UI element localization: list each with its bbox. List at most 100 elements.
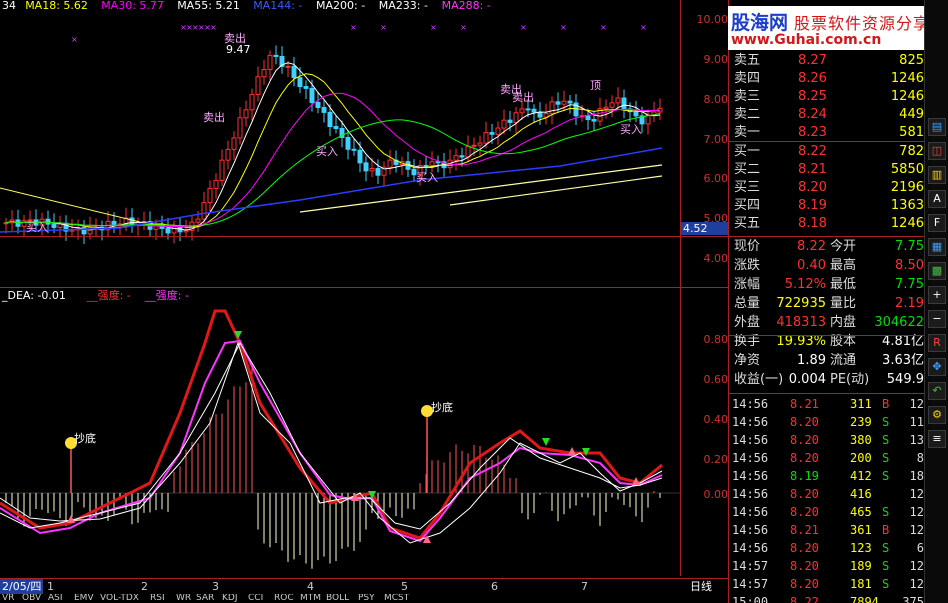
ask-row[interactable]: 卖二 8.24 449 [732,106,924,124]
tick-volume: 200 [850,451,872,465]
period-label[interactable]: 日线 [690,579,712,594]
tick-side: B [882,523,890,537]
tick-row: 14:56 8.20 239 S 11 [732,413,924,431]
month-tick: 2 [141,580,148,593]
signal-x-mark: × [600,23,607,32]
indicator-tab-cci[interactable]: CCI [248,594,263,603]
candle-body [375,168,381,176]
bid-row[interactable]: 买二 8.21 5850 [732,161,924,179]
bid-row[interactable]: 买三 8.20 2196 [732,179,924,197]
indicator-label: __强度: - [144,289,189,302]
ma-label: MA288: - [441,0,491,12]
indicator-tab-vol-tdx[interactable]: VOL-TDX [100,594,139,603]
buy-label: 买入 [416,171,438,184]
indicator-tab-asi[interactable]: ASI [48,594,63,603]
book-volume: 1246 [890,216,924,231]
indicator-tab-kdj[interactable]: KDJ [222,594,238,603]
tick-time: 14:56 [732,487,769,501]
buy-label: 买入 [316,145,338,158]
indicator-tab-sar[interactable]: SAR [196,594,214,603]
kline-chart[interactable]: × × × × × ××× × × × × × × × [0,0,680,290]
pane-divider [0,236,728,237]
indicator-tab-wr[interactable]: WR [176,594,191,603]
book-volume: 5850 [890,162,924,177]
kline-icon[interactable]: ◫ [928,142,946,160]
indicator-tab-obv[interactable]: OBV [22,594,41,603]
zoom-out-icon[interactable]: − [928,310,946,328]
candle-body [621,97,627,110]
tick-row: 14:56 8.20 465 S 12 [732,503,924,521]
ask-row[interactable]: 卖三 8.25 1246 [732,88,924,106]
candle-body [345,136,351,150]
tick-side: S [882,541,890,555]
indicator-tab-boll[interactable]: BOLL [326,594,349,603]
tick-volume: 7894 [850,595,879,603]
indicator-tab-mcst[interactable]: MCST [384,594,409,603]
stat-label: 总量 [734,296,761,311]
chart-icon[interactable]: ▤ [928,118,946,136]
candle-body [603,106,609,110]
bid-row[interactable]: 买一 8.22 782 [732,143,924,161]
list-icon[interactable]: ≡ [928,430,946,448]
candle-body [243,109,249,119]
month-tick: 7 [581,580,588,593]
book-volume: 2196 [890,180,924,195]
price-tick: 7.00 [703,133,729,146]
top-label: 顶 [590,79,601,92]
indicator-tab-rsi[interactable]: RSI [150,594,165,603]
tick-price: 8.20 [790,541,819,555]
book-level-label: 卖三 [734,89,761,104]
candle-body [129,217,135,226]
f10-icon[interactable]: F [928,214,946,232]
move-icon[interactable]: ✥ [928,358,946,376]
tick-time: 14:56 [732,505,769,519]
book-level-label: 买二 [734,162,761,177]
text-icon[interactable]: A [928,190,946,208]
back-icon[interactable]: ↶ [928,382,946,400]
strength-line-red [0,309,663,540]
settings-icon[interactable]: ⚙ [928,406,946,424]
ma-label: MA200: - [316,0,366,12]
candle-body [555,101,561,105]
bid-row[interactable]: 买四 8.19 1363 [732,197,924,215]
candle-body [435,161,441,164]
rsi-icon[interactable]: R [928,334,946,352]
tick-row: 14:56 8.20 416 12 [732,485,924,503]
tick-price: 8.22 [790,595,819,603]
bid-row[interactable]: 买五 8.18 1246 [732,215,924,233]
ask-row[interactable]: 卖四 8.26 1246 [732,70,924,88]
ask-row[interactable]: 卖一 8.23 581 [732,124,924,142]
book-price: 8.22 [798,144,827,159]
table-icon[interactable]: ▦ [928,238,946,256]
bottom-signal-label: 抄底 [74,432,96,445]
stat-label: 涨跌 [734,258,761,273]
zoom-in-icon[interactable]: + [928,286,946,304]
indicator-tab-roc[interactable]: ROC [274,594,294,603]
bar-icon[interactable]: ▥ [928,166,946,184]
indicator-tab-emv[interactable]: EMV [74,594,94,603]
stat-label: 涨幅 [734,277,761,292]
tick-price: 8.21 [790,523,819,537]
grid-icon[interactable]: ▩ [928,262,946,280]
ma-label: MA18: 5.62 [25,0,88,12]
indicator-tab-vr[interactable]: VR [2,594,14,603]
indicator-tick: 0.60 [703,373,729,386]
candle-body [303,86,309,89]
ask-row[interactable]: 卖五 8.27 825 [732,52,924,70]
tick-time: 14:57 [732,577,769,591]
stat-value: 2.19 [895,296,924,311]
candle-body [321,106,327,113]
tick-time: 14:56 [732,541,769,555]
stats-divider [728,335,924,336]
indicator-chart[interactable] [0,303,680,575]
candle-body [363,162,369,172]
book-level-label: 卖二 [734,107,761,122]
indicator-tab-mtm[interactable]: MTM [300,594,321,603]
trend-line [449,175,663,206]
indicator-tick: 0.20 [703,453,729,466]
candle-body [171,226,177,234]
indicator-tab-psy[interactable]: PSY [358,594,375,603]
tick-row: 14:56 8.19 412 S 18 [732,467,924,485]
candle-body [531,108,537,113]
book-price: 8.26 [798,71,827,86]
